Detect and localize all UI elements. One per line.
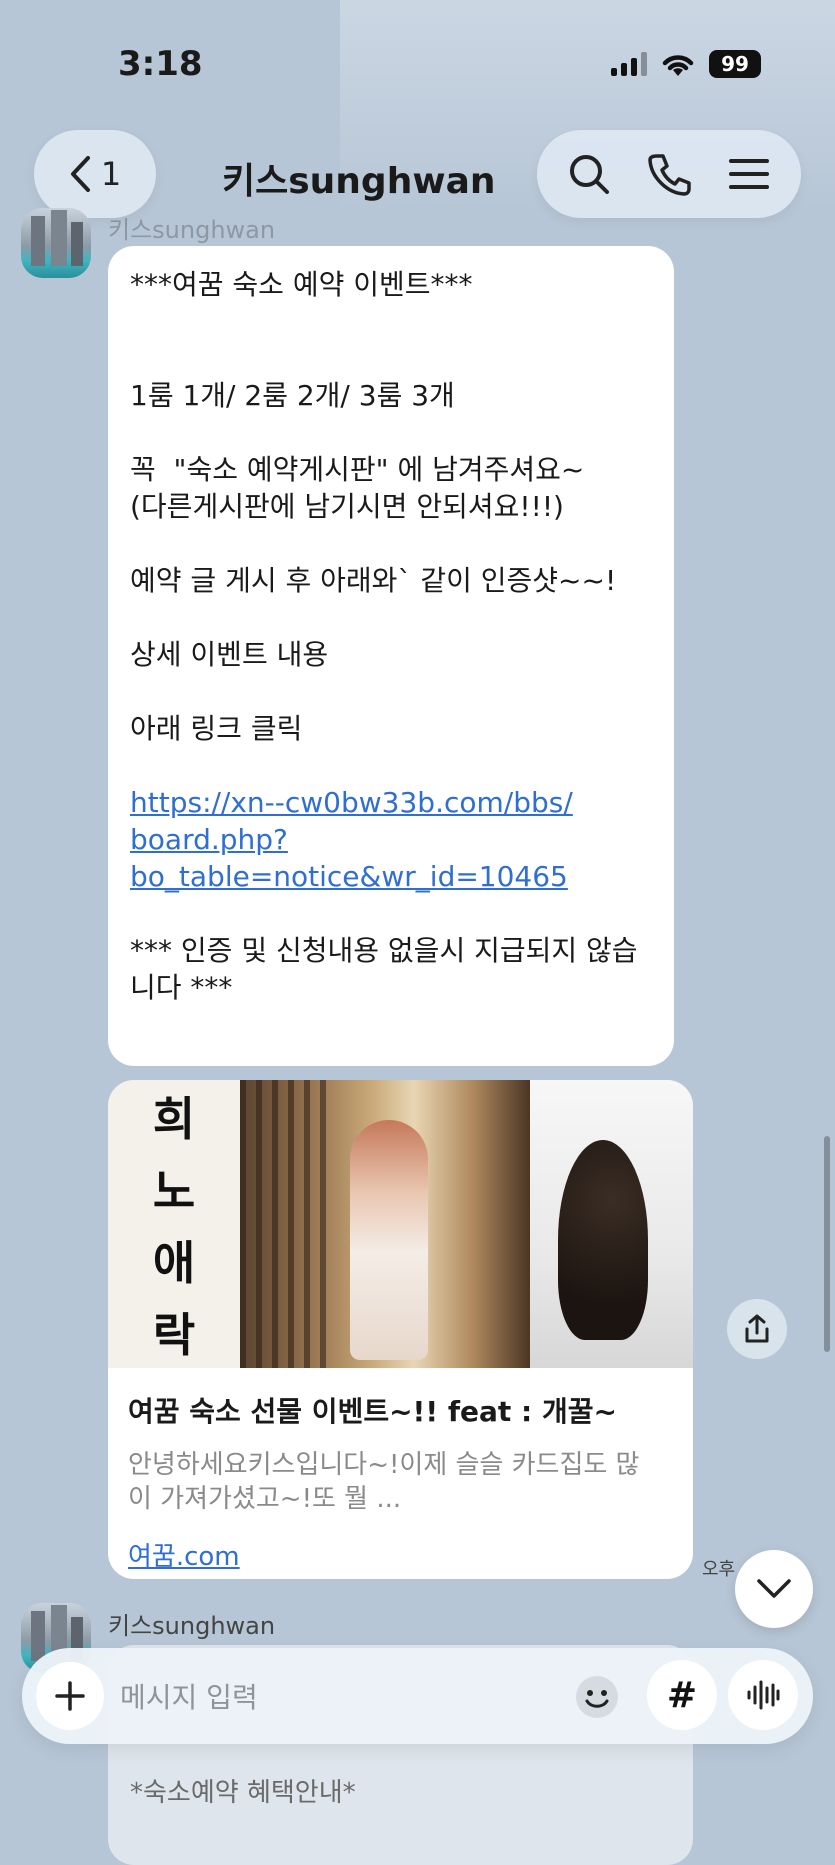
message-line <box>130 747 652 784</box>
scrollbar[interactable] <box>824 1136 830 1352</box>
calligraphy-char: 애 <box>152 1236 196 1290</box>
message-line: (다른게시판에 남기시면 안되셔요!!!) <box>130 490 564 523</box>
message-bubble[interactable]: ***여꿈 숙소 예약 이벤트*** 1룸 1개/ 2룸 2개/ 3룸 3개꼭 "… <box>108 246 674 1066</box>
calligraphy-char: 희 <box>152 1092 196 1146</box>
message-link-line[interactable]: bo_table=notice&wr_id=10465 <box>130 858 652 895</box>
message-line: 니다 *** <box>130 971 233 1004</box>
message-line: 아래 링크 클릭 <box>130 712 303 745</box>
share-button[interactable] <box>727 1299 787 1359</box>
message-line <box>130 895 652 932</box>
wifi-icon <box>662 55 694 76</box>
calligraphy-char: 락 <box>152 1308 196 1362</box>
voice-button[interactable] <box>728 1660 798 1730</box>
message-line: 꼭 "숙소 예약게시판" 에 남겨주셔요~ <box>130 453 585 486</box>
phone-icon[interactable] <box>647 152 691 196</box>
calligraphy-text: 희 노 애 락 <box>108 1080 240 1368</box>
message-text: ***여꿈 숙소 예약 이벤트*** 1룸 1개/ 2룸 2개/ 3룸 3개꼭 "… <box>130 266 652 784</box>
chat-title: 키스sunghwan <box>222 161 496 202</box>
link-preview-image: 희 노 애 락 <box>108 1080 693 1368</box>
voice-icon <box>747 1680 780 1710</box>
avatar[interactable] <box>21 208 91 278</box>
link-preview-title: 여꿈 숙소 선물 이벤트~!! feat : 개꿀~ <box>128 1395 617 1428</box>
message-line <box>130 673 652 710</box>
sender-name: 키스sunghwan <box>108 1612 276 1640</box>
emoji-icon <box>576 1676 618 1718</box>
message-time: 오후 <box>702 1559 736 1580</box>
unread-count: 1 <box>100 155 122 193</box>
message-line: 1룸 1개/ 2룸 2개/ 3룸 3개 <box>130 379 455 412</box>
sender-name: 키스sunghwan <box>108 216 276 244</box>
share-icon <box>745 1314 769 1343</box>
chevron-left-icon <box>70 156 90 192</box>
plus-icon <box>55 1681 85 1711</box>
signal-icon <box>611 52 647 76</box>
message-line: *** 인증 및 신청내용 없을시 지급되지 않습 <box>130 934 638 967</box>
message-input[interactable] <box>118 1672 552 1722</box>
status-time: 3:18 <box>118 44 203 84</box>
calligraphy-char: 노 <box>152 1164 196 1218</box>
message-text-footer: *** 인증 및 신청내용 없을시 지급되지 않습니다 *** <box>130 895 652 1006</box>
link-preview-description: 안녕하세요키스입니다~!이제 슬슬 카드집도 많 이 가져가셨고~!또 뭘 ..… <box>128 1450 640 1514</box>
scroll-to-bottom-button[interactable] <box>735 1550 813 1628</box>
message-link[interactable]: https://xn--cw0bw33b.com/bbs/board.php? b… <box>130 784 652 895</box>
header-actions <box>537 130 801 218</box>
message-link-line[interactable]: https://xn--cw0bw33b.com/bbs/ <box>130 784 652 821</box>
message-line <box>130 414 652 451</box>
hashtag-button[interactable]: # <box>647 1660 717 1730</box>
photo-hair <box>530 1080 693 1368</box>
back-button[interactable]: 1 <box>34 130 156 218</box>
status-icons: 99 <box>611 50 761 78</box>
message-line: 예약 글 게시 후 아래와` 같이 인증샷~~! <box>130 564 617 597</box>
message-line: ***여꿈 숙소 예약 이벤트*** <box>130 268 473 301</box>
search-icon[interactable] <box>567 152 611 196</box>
link-preview-domain[interactable]: 여꿈.com <box>128 1536 673 1573</box>
attach-button[interactable] <box>36 1662 104 1730</box>
message-line: 상세 이벤트 내용 <box>130 638 329 671</box>
message-line <box>130 340 652 377</box>
message-line <box>130 599 652 636</box>
chevron-down-icon <box>757 1579 791 1598</box>
menu-icon[interactable] <box>727 152 771 196</box>
message-line <box>130 525 652 562</box>
photo-woman <box>240 1080 530 1368</box>
emoji-button[interactable] <box>572 1672 622 1722</box>
message-link-line[interactable]: board.php? <box>130 821 652 858</box>
message-text: *숙소예약 혜택안내* <box>130 1778 356 1808</box>
link-preview-card[interactable]: 희 노 애 락 여꿈 숙소 선물 이벤트~!! feat : 개꿀~ 안녕하세요… <box>108 1080 693 1579</box>
message-line <box>130 303 652 340</box>
battery-indicator: 99 <box>709 50 761 78</box>
